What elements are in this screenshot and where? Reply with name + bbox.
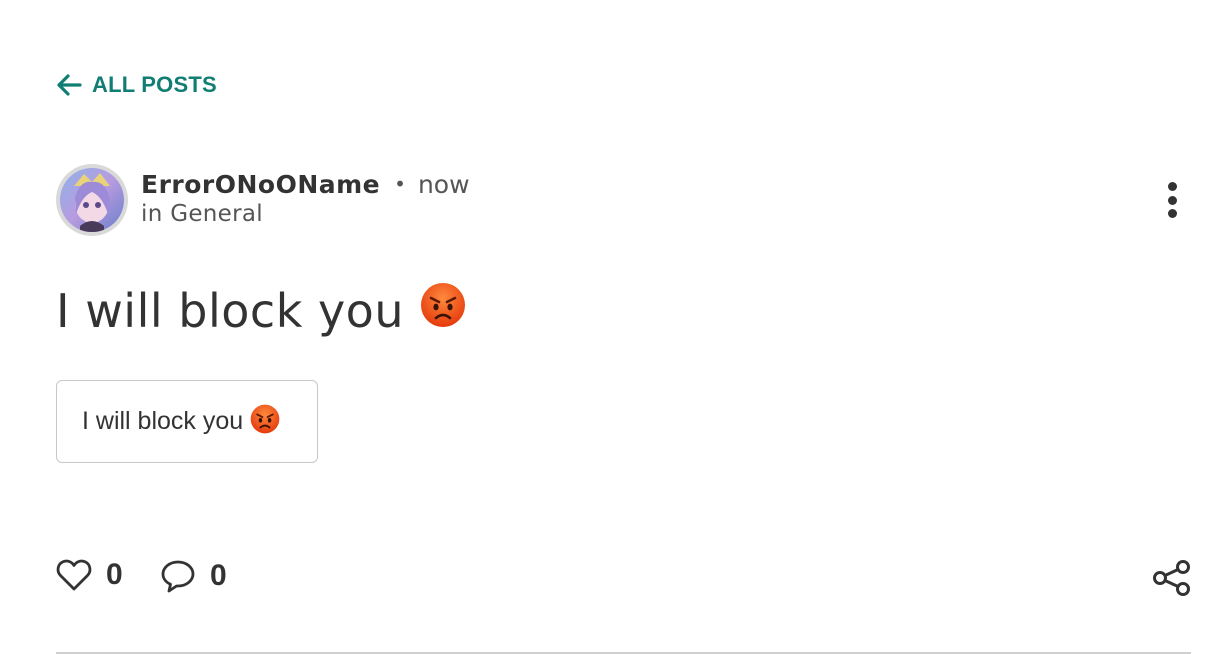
- share-button[interactable]: [1152, 560, 1192, 600]
- comment-button[interactable]: 0: [160, 558, 227, 594]
- comment-count: 0: [210, 559, 227, 592]
- more-vertical-icon-dot: [1167, 209, 1177, 218]
- angry-face-icon: [420, 282, 466, 339]
- all-posts-label: ALL POSTS: [92, 72, 217, 97]
- author-info: ErrorONoOName • now in General: [141, 170, 470, 227]
- post-page: ALL POSTS ErrorONoOName • now in General…: [0, 0, 1220, 654]
- avatar-image: [60, 168, 124, 232]
- author-line: ErrorONoOName • now: [141, 170, 470, 199]
- post-title-text: I will block you: [56, 283, 404, 338]
- post-preview-card[interactable]: I will block you: [56, 380, 318, 463]
- more-vertical-icon-dot: [1167, 195, 1177, 205]
- category-line: in General: [141, 201, 470, 227]
- heart-icon: [56, 559, 92, 591]
- author-name[interactable]: ErrorONoOName: [141, 170, 380, 199]
- comment-icon: [161, 560, 195, 593]
- avatar[interactable]: [56, 164, 128, 236]
- arrow-left-icon: [57, 74, 82, 96]
- all-posts-link[interactable]: ALL POSTS: [56, 72, 217, 98]
- more-options-button[interactable]: [1158, 178, 1186, 222]
- separator-dot: •: [394, 172, 406, 196]
- share-icon: [1153, 560, 1190, 596]
- category-link[interactable]: General: [170, 201, 263, 227]
- like-button[interactable]: 0: [56, 558, 123, 592]
- more-vertical-icon: [1167, 182, 1177, 191]
- divider: [56, 652, 1191, 654]
- angry-face-icon: [250, 404, 280, 438]
- category-prefix: in: [141, 201, 163, 227]
- post-title: I will block you: [56, 282, 466, 339]
- post-timestamp: now: [417, 170, 470, 199]
- like-count: 0: [106, 558, 123, 591]
- preview-text: I will block you: [82, 407, 244, 435]
